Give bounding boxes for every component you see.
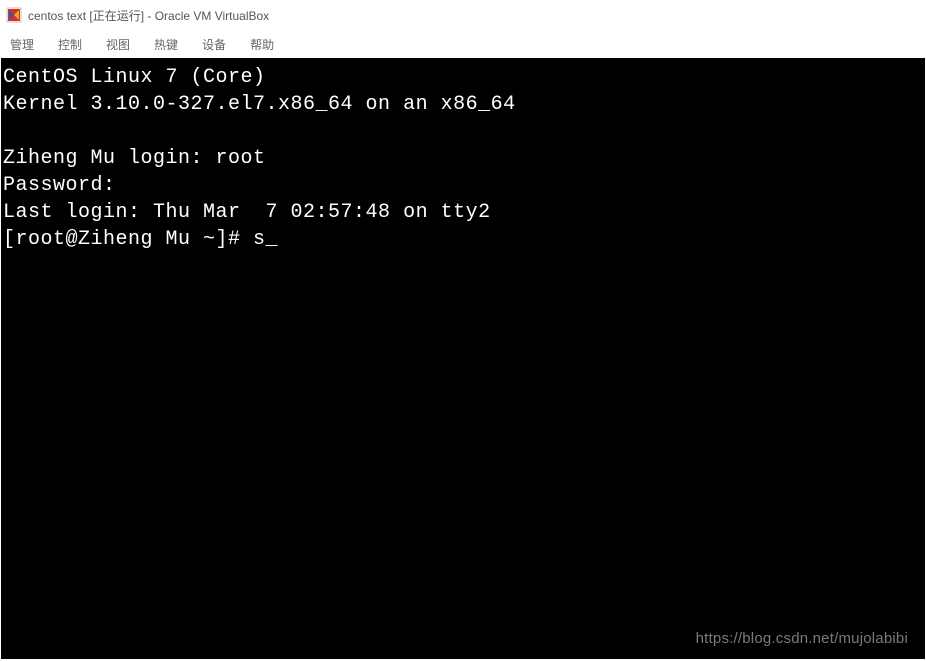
menu-control[interactable]: 控制 bbox=[54, 34, 86, 55]
terminal-line: CentOS Linux 7 (Core) bbox=[3, 64, 923, 91]
menu-hotkeys[interactable]: 热键 bbox=[150, 34, 182, 55]
window-title: centos text [正在运行] - Oracle VM VirtualBo… bbox=[28, 7, 269, 24]
menu-devices[interactable]: 设备 bbox=[198, 34, 230, 55]
virtualbox-icon bbox=[6, 7, 22, 23]
watermark-text: https://blog.csdn.net/mujolabibi bbox=[696, 630, 908, 647]
menu-view[interactable]: 视图 bbox=[102, 34, 134, 55]
terminal-console[interactable]: CentOS Linux 7 (Core) Kernel 3.10.0-327.… bbox=[1, 58, 925, 659]
terminal-blank-line bbox=[3, 118, 923, 145]
terminal-line: Ziheng Mu login: root bbox=[3, 145, 923, 172]
menubar: 管理 控制 视图 热键 设备 帮助 bbox=[0, 30, 926, 58]
menu-manage[interactable]: 管理 bbox=[6, 34, 38, 55]
terminal-prompt-line: [root@Ziheng Mu ~]# s_ bbox=[3, 226, 923, 253]
terminal-line: Password: bbox=[3, 172, 923, 199]
window-titlebar: centos text [正在运行] - Oracle VM VirtualBo… bbox=[0, 0, 926, 30]
terminal-line: Kernel 3.10.0-327.el7.x86_64 on an x86_6… bbox=[3, 91, 923, 118]
menu-help[interactable]: 帮助 bbox=[246, 34, 278, 55]
terminal-line: Last login: Thu Mar 7 02:57:48 on tty2 bbox=[3, 199, 923, 226]
